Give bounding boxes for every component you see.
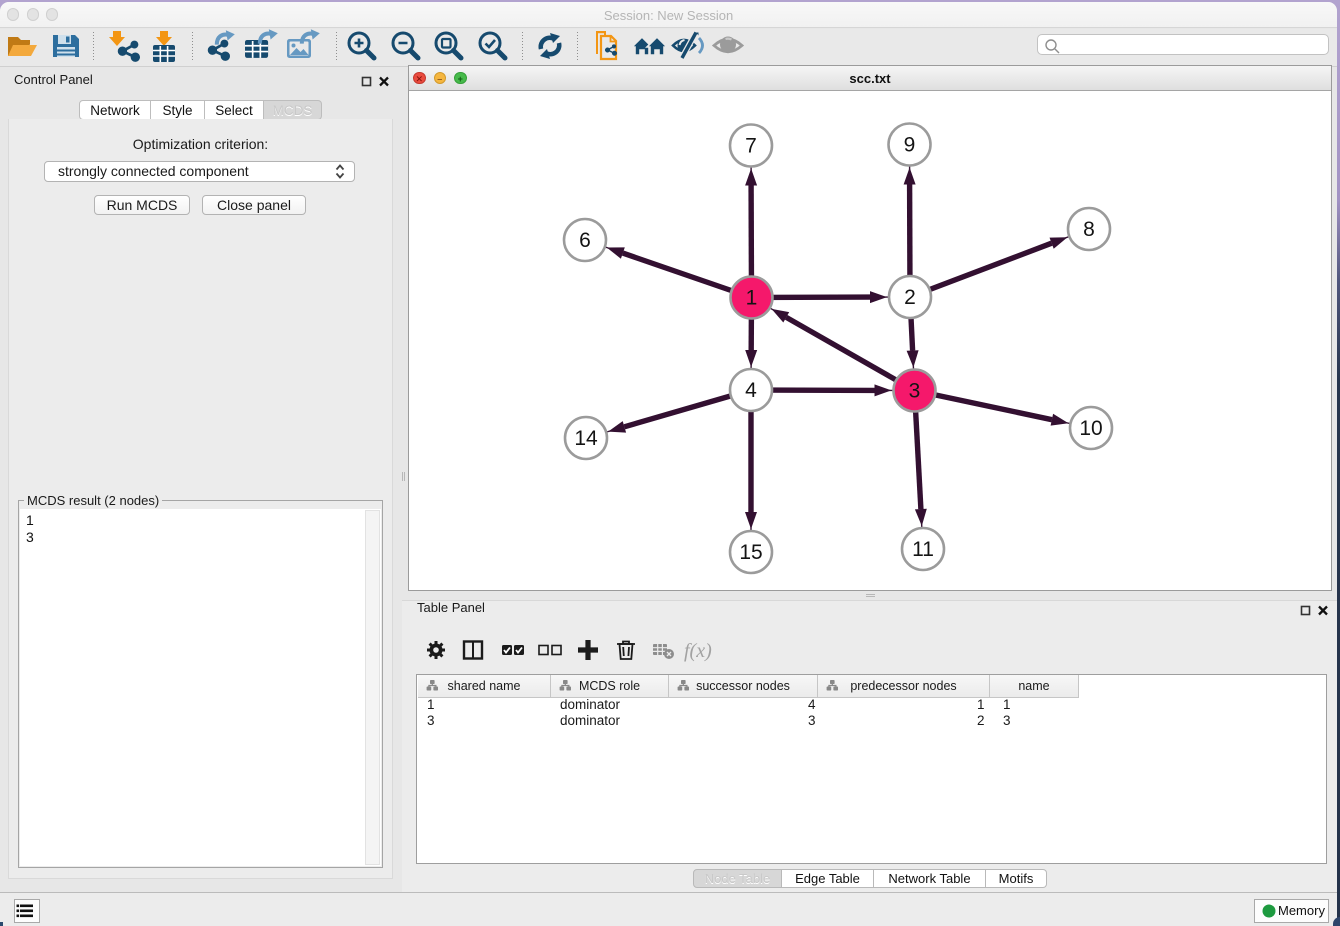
svg-text:2: 2 [904, 286, 916, 309]
svg-text:7: 7 [745, 134, 757, 157]
svg-text:3: 3 [909, 379, 921, 402]
svg-text:4: 4 [745, 379, 757, 402]
svg-text:15: 15 [739, 541, 762, 564]
svg-text:8: 8 [1083, 218, 1095, 241]
svg-text:9: 9 [904, 133, 916, 156]
svg-text:11: 11 [912, 538, 934, 561]
svg-text:f(x): f(x) [684, 640, 712, 662]
svg-text:14: 14 [574, 427, 598, 450]
svg-text:6: 6 [579, 229, 591, 252]
svg-text:1: 1 [746, 286, 758, 309]
svg-text:10: 10 [1079, 417, 1102, 440]
